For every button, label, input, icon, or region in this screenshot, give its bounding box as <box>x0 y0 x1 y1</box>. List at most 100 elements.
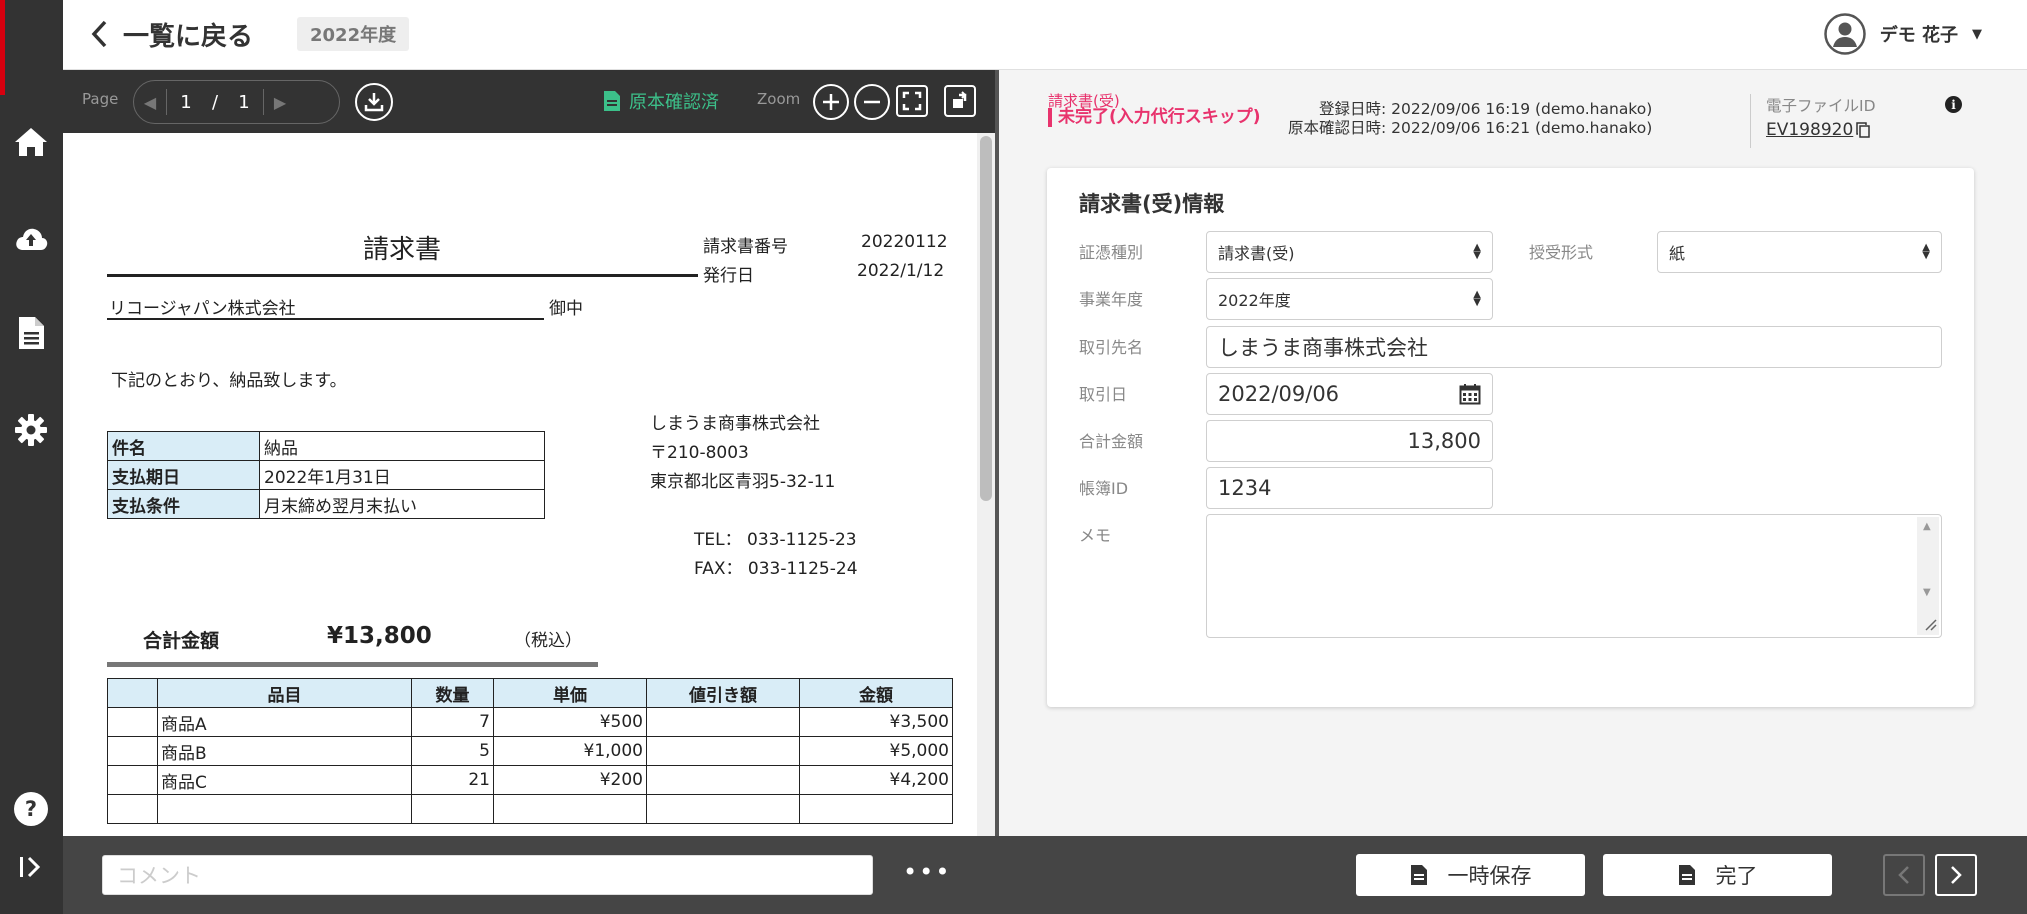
current-page[interactable]: 1 <box>167 92 205 113</box>
expand-sidebar-icon[interactable] <box>10 846 52 888</box>
transfer-method-label: 授受形式 <box>1529 243 1594 262</box>
detail-panel: 請求書(受) 未完了(入力代行スキップ) 登録日時: 2022/09/06 16… <box>999 70 2027 836</box>
info-label: 件名 <box>107 431 260 461</box>
temporary-save-label: 一時保存 <box>1447 864 1532 888</box>
chevron-left-icon <box>91 20 107 48</box>
top-header: 一覧に戻る 2022年度 デモ 花子 ▼ <box>63 0 2027 70</box>
memo-textarea[interactable]: ▲ ▼ <box>1206 514 1942 638</box>
rotate-icon <box>953 91 967 108</box>
title-underline <box>107 274 698 277</box>
next-page-icon[interactable]: ▶ <box>264 93 296 112</box>
scroll-down-icon[interactable]: ▼ <box>1923 587 1931 598</box>
temporary-save-button[interactable]: 一時保存 <box>1356 854 1585 896</box>
col-header: 金額 <box>799 678 953 708</box>
items-table: 品目 数量 単価 値引き額 金額 商品A 7 ¥500 ¥3,500 商品B 5 ¥1,0… <box>107 678 953 824</box>
info-value: 月末締め翌月末払い <box>259 489 545 519</box>
fit-screen-button[interactable] <box>896 85 928 117</box>
status-badge: 未完了(入力代行スキップ) <box>1048 108 1261 127</box>
fiscal-year-value: 2022年度 <box>1218 291 1291 310</box>
col-header: 品目 <box>157 678 412 708</box>
total-amount-value: 13,800 <box>1407 429 1481 453</box>
calendar-icon[interactable] <box>1459 383 1481 405</box>
back-to-list-button[interactable]: 一覧に戻る <box>89 14 253 54</box>
user-menu[interactable]: デモ 花子 ▼ <box>1823 12 1982 56</box>
meta-divider <box>1750 94 1751 148</box>
recipient-underline <box>107 318 544 320</box>
cloud-upload-icon[interactable] <box>10 218 52 260</box>
total-amount-label: 合計金額 <box>1079 432 1144 451</box>
doc-category-value: 請求書(受) <box>1218 244 1295 263</box>
comment-input[interactable]: コメント <box>102 855 873 895</box>
info-icon[interactable]: i <box>1945 96 1962 113</box>
cell <box>107 765 158 795</box>
plus-icon <box>823 94 839 110</box>
total-value: ¥13,800 <box>327 623 432 649</box>
scroll-up-icon[interactable]: ▲ <box>1923 521 1931 532</box>
document-viewer: Page ◀ 1 / 1 ▶ 原本確認済 Zoom 請求書 請求書番号 2022… <box>63 70 995 836</box>
copy-icon[interactable] <box>1856 122 1871 138</box>
col-header: 数量 <box>411 678 494 708</box>
fiscal-year-label: 事業年度 <box>1079 290 1144 309</box>
next-record-button[interactable] <box>1935 854 1977 896</box>
cell: ¥200 <box>493 765 647 795</box>
chevron-left-icon <box>1898 866 1909 884</box>
prev-record-button[interactable] <box>1883 854 1925 896</box>
cell <box>646 707 800 737</box>
info-row: 件名 納品 <box>107 431 545 461</box>
sidebar: ? <box>0 0 63 914</box>
file-id-label: 電子ファイルID <box>1766 97 1876 115</box>
cell: ¥1,000 <box>493 736 647 766</box>
cell: ¥4,200 <box>799 765 953 795</box>
cell <box>157 794 412 824</box>
rotate-button[interactable] <box>944 85 976 117</box>
partner-input[interactable]: しまうま商事株式会社 <box>1206 326 1942 368</box>
partner-label: 取引先名 <box>1079 338 1144 357</box>
file-id-value[interactable]: EV198920 <box>1766 120 1853 140</box>
info-label: 支払条件 <box>107 489 260 519</box>
tax-note: （税込） <box>514 631 582 651</box>
transaction-date-value: 2022/09/06 <box>1218 382 1340 406</box>
fiscal-year-select[interactable]: 2022年度 ▲ ▼ <box>1206 278 1493 320</box>
total-amount-input[interactable]: 13,800 <box>1206 420 1493 462</box>
chevron-right-icon <box>1951 866 1962 884</box>
book-id-input[interactable]: 1234 <box>1206 467 1493 509</box>
issuer-tel: TEL： 033-1125-23 <box>694 530 857 550</box>
cell <box>799 794 953 824</box>
zoom-in-button[interactable] <box>813 84 849 120</box>
settings-gear-icon[interactable] <box>10 409 52 451</box>
doc-category-select[interactable]: 請求書(受) ▲ ▼ <box>1206 231 1493 273</box>
minus-icon <box>864 100 880 104</box>
home-icon[interactable] <box>10 121 52 163</box>
issue-date: 2022/1/12 <box>857 261 945 281</box>
more-options-icon[interactable]: ••• <box>903 858 951 886</box>
user-name: デモ 花子 <box>1879 25 1958 46</box>
file-id-link[interactable]: EV198920 <box>1766 120 1871 140</box>
cell: 21 <box>411 765 494 795</box>
complete-button[interactable]: 完了 <box>1603 854 1832 896</box>
scrollbar-thumb[interactable] <box>980 136 992 501</box>
download-button[interactable] <box>355 83 393 121</box>
bottom-action-bar: コメント ••• 一時保存 完了 <box>63 836 2027 914</box>
avatar-icon <box>1823 13 1866 55</box>
cell: 商品C <box>157 765 412 795</box>
confirmed-timestamp: 原本確認日時: 2022/09/06 16:21 (demo.hanako) <box>1288 119 1653 137</box>
col-header: 単価 <box>493 678 647 708</box>
transaction-date-input[interactable]: 2022/09/06 <box>1206 373 1493 415</box>
resize-handle-icon[interactable] <box>1923 617 1937 631</box>
document-icon[interactable] <box>10 312 52 354</box>
fullscreen-icon <box>902 91 922 111</box>
cell <box>646 794 800 824</box>
table-row: 商品A 7 ¥500 ¥3,500 <box>107 707 953 737</box>
zoom-out-button[interactable] <box>854 84 890 120</box>
memo-scrollbar[interactable]: ▲ ▼ <box>1917 517 1939 635</box>
issuer-name: しまうま商事株式会社 <box>650 414 820 434</box>
info-value: 納品 <box>259 431 545 461</box>
svg-text:?: ? <box>25 797 37 821</box>
issuer-zip: 〒210-8003 <box>650 443 749 463</box>
transfer-method-select[interactable]: 紙 ▲ ▼ <box>1657 231 1942 273</box>
honorific: 御中 <box>549 299 583 319</box>
help-icon[interactable]: ? <box>10 788 52 830</box>
prev-page-icon[interactable]: ◀ <box>134 93 166 112</box>
document-scrollbar[interactable] <box>977 133 995 836</box>
doc-category-label: 証憑種別 <box>1079 243 1144 262</box>
